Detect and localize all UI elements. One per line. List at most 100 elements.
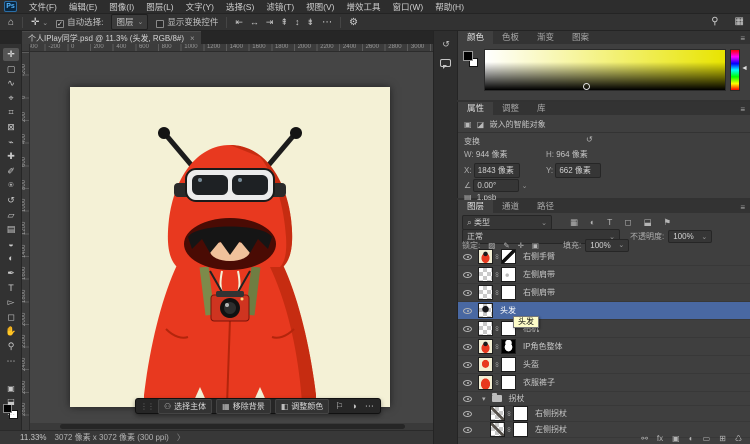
- group-expand-caret[interactable]: ▾: [482, 395, 486, 403]
- layer-filter-icon[interactable]: ◐: [590, 217, 595, 228]
- show-transform-checkbox[interactable]: ✓显示变换控件: [156, 16, 218, 28]
- adjust-half-icon[interactable]: ◑: [349, 401, 358, 412]
- angle-input[interactable]: 0.00°: [473, 179, 519, 192]
- history-panel-icon[interactable]: ↺: [438, 39, 454, 53]
- align-icon[interactable]: ⇞: [280, 17, 288, 28]
- menu-item[interactable]: 文字(Y): [180, 0, 220, 14]
- panel-menu-icon[interactable]: ≡: [740, 203, 745, 212]
- color-tab-图案[interactable]: 图案: [563, 31, 598, 44]
- layer-thumbnail[interactable]: [478, 249, 493, 264]
- layer-mask-thumbnail[interactable]: [501, 267, 516, 282]
- layer-filter-icon[interactable]: ⚑: [663, 217, 671, 228]
- layers-tab-图层[interactable]: 图层: [458, 200, 493, 213]
- layer-effects-icon[interactable]: fx: [657, 434, 663, 444]
- path-selection-tool-icon[interactable]: ▻: [3, 296, 19, 309]
- document-tab[interactable]: 个人IPlay同学.psd @ 11.3% (头发, RGB/8#) ×: [22, 31, 201, 44]
- remove-background-button[interactable]: ▦移除背景: [216, 399, 271, 414]
- menu-item[interactable]: 滤镜(T): [260, 0, 300, 14]
- zoom-tool-icon[interactable]: ⚲: [3, 340, 19, 353]
- layer-row[interactable]: ∞相机: [458, 320, 750, 338]
- y-input[interactable]: 662 像素: [555, 163, 601, 178]
- layer-mask-thumbnail[interactable]: [513, 406, 528, 421]
- visibility-eye-icon[interactable]: [463, 380, 472, 386]
- align-icon[interactable]: ⇥: [266, 17, 274, 28]
- visibility-eye-icon[interactable]: [463, 308, 472, 314]
- edit-toolbar-icon[interactable]: ⋯: [3, 408, 19, 421]
- hue-slider-arrow[interactable]: ◄: [741, 65, 748, 72]
- layer-thumbnail[interactable]: [478, 357, 493, 372]
- delete-layer-icon[interactable]: ♺: [735, 434, 742, 444]
- auto-select-dropdown[interactable]: 图层⌄: [111, 14, 148, 30]
- menu-item[interactable]: 文件(F): [23, 0, 63, 14]
- layer-thumbnail[interactable]: [490, 406, 505, 421]
- foreground-color-swatch[interactable]: [463, 51, 473, 61]
- drag-handle[interactable]: ⋮⋮: [140, 402, 154, 411]
- layer-filter-icon[interactable]: ◻: [624, 217, 631, 228]
- home-icon[interactable]: ⌂: [8, 17, 14, 28]
- clone-stamp-tool-icon[interactable]: ⍟: [3, 179, 19, 192]
- color-tab-色板[interactable]: 色板: [493, 31, 528, 44]
- mask-link-icon[interactable]: ∞: [505, 427, 512, 432]
- align-icon[interactable]: ↔: [250, 17, 259, 28]
- quick-mask-icon[interactable]: ▣: [3, 382, 19, 395]
- layer-thumbnail[interactable]: [478, 321, 493, 336]
- visibility-eye-icon[interactable]: [463, 254, 472, 260]
- link-layers-icon[interactable]: ⚯: [641, 434, 648, 444]
- close-tab-icon[interactable]: ×: [190, 34, 195, 43]
- panel-menu-icon[interactable]: ≡: [740, 105, 745, 114]
- layer-row[interactable]: ∞头盔: [458, 356, 750, 374]
- menu-item[interactable]: 帮助(H): [429, 0, 470, 14]
- align-icon[interactable]: ⇤: [235, 17, 243, 28]
- object-selection-tool-icon[interactable]: ⌖: [3, 92, 19, 105]
- comments-panel-icon[interactable]: [440, 59, 451, 67]
- status-arrow-icon[interactable]: 〉: [177, 432, 185, 443]
- adjustment-layer-icon[interactable]: ◐: [689, 434, 694, 444]
- mask-link-icon[interactable]: ∞: [493, 326, 500, 331]
- more-options-icon[interactable]: ⋯: [363, 401, 376, 412]
- frame-tool-icon[interactable]: ⊠: [3, 121, 19, 134]
- canvas-document[interactable]: [70, 87, 390, 407]
- select-subject-button[interactable]: ⚇选择主体: [158, 399, 212, 414]
- layer-thumbnail[interactable]: [478, 285, 493, 300]
- mask-link-icon[interactable]: ∞: [493, 290, 500, 295]
- more-tools-icon[interactable]: ⋯: [3, 355, 19, 368]
- visibility-eye-icon[interactable]: [463, 344, 472, 350]
- blur-tool-icon[interactable]: ◒: [3, 238, 19, 251]
- visibility-eye-icon[interactable]: [463, 396, 472, 402]
- gradient-tool-icon[interactable]: ▤: [3, 223, 19, 236]
- mask-link-icon[interactable]: ∞: [493, 362, 500, 367]
- zoom-level[interactable]: 11.33%: [20, 433, 47, 442]
- mask-link-icon[interactable]: ∞: [493, 272, 500, 277]
- visibility-eye-icon[interactable]: [463, 272, 472, 278]
- menu-item[interactable]: 窗口(W): [387, 0, 430, 14]
- layer-mask-thumbnail[interactable]: [501, 339, 516, 354]
- properties-tab-库[interactable]: 库: [528, 102, 555, 115]
- reset-transform-icon[interactable]: ↺: [586, 135, 598, 144]
- type-tool-icon[interactable]: T: [3, 282, 19, 295]
- crop-tool-icon[interactable]: ⌗: [3, 106, 19, 119]
- workspace-switcher-icon[interactable]: ▦: [735, 16, 744, 27]
- visibility-eye-icon[interactable]: [463, 290, 472, 296]
- layer-row[interactable]: ∞右侧拐杖: [458, 406, 750, 422]
- screen-mode-icon[interactable]: ⬓: [3, 395, 19, 408]
- layer-thumbnail[interactable]: [478, 267, 493, 282]
- mask-link-icon[interactable]: ∞: [493, 380, 500, 385]
- layer-filter-icon[interactable]: ▦: [570, 217, 578, 228]
- menu-item[interactable]: 图像(I): [103, 0, 140, 14]
- history-brush-tool-icon[interactable]: ↺: [3, 194, 19, 207]
- hand-tool-icon[interactable]: ✋: [3, 325, 19, 338]
- align-icon[interactable]: ↕: [295, 17, 300, 28]
- layer-thumbnail[interactable]: [478, 339, 493, 354]
- saturation-brightness-field[interactable]: [484, 49, 726, 91]
- adjust-colors-button[interactable]: ◧调整颜色: [275, 399, 330, 414]
- eraser-tool-icon[interactable]: ▱: [3, 209, 19, 222]
- layer-row[interactable]: ∞IP角色整体: [458, 338, 750, 356]
- layer-row[interactable]: ∞右侧手臂: [458, 248, 750, 266]
- menu-item[interactable]: 视图(V): [300, 0, 340, 14]
- search-icon[interactable]: ⚲: [711, 16, 718, 27]
- marquee-tool-icon[interactable]: ▢: [3, 63, 19, 76]
- layer-row[interactable]: ▾拐杖: [458, 392, 750, 406]
- new-layer-icon[interactable]: ⊞: [719, 434, 726, 444]
- layer-thumbnail[interactable]: [478, 303, 493, 318]
- layer-mask-thumbnail[interactable]: [501, 357, 516, 372]
